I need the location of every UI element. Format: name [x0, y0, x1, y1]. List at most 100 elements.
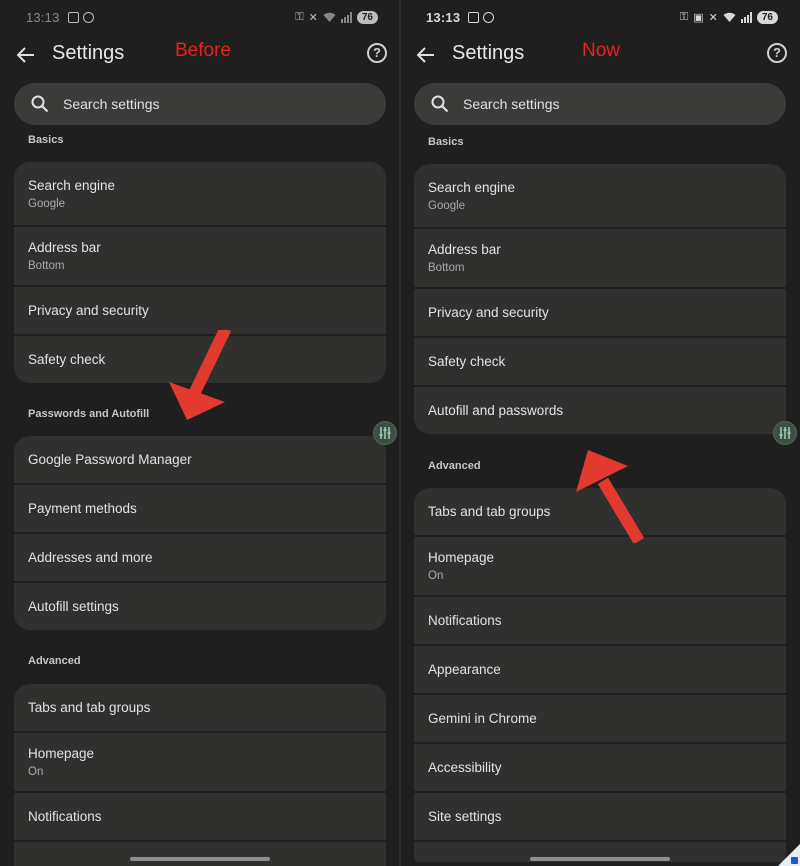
- search-input[interactable]: Search settings: [414, 83, 786, 125]
- wifi-icon: [723, 12, 736, 22]
- annotation-arrow-up: [576, 450, 645, 543]
- status-bar: 13:13 ⚿ ✕ 76: [26, 8, 378, 26]
- settings-item-site-settings[interactable]: Site settings: [414, 793, 786, 840]
- battery-badge: 76: [756, 10, 778, 24]
- item-label: Address bar: [28, 240, 101, 255]
- screenshot-icon: [468, 11, 480, 23]
- settings-item-privacy[interactable]: Privacy and security: [414, 289, 786, 336]
- item-sublabel: On: [28, 766, 44, 778]
- section-label-basics: Basics: [28, 134, 64, 146]
- status-time: 13:13: [426, 9, 461, 25]
- settings-item-homepage[interactable]: Homepage On: [14, 733, 386, 791]
- item-label: Safety check: [428, 354, 506, 369]
- settings-item-notifications[interactable]: Notifications: [14, 793, 386, 840]
- item-sublabel: Bottom: [28, 260, 65, 272]
- item-label: Notifications: [28, 809, 102, 824]
- settings-item-privacy[interactable]: Privacy and security: [14, 287, 386, 334]
- search-icon: [431, 95, 449, 113]
- wifi-icon: [323, 12, 336, 22]
- settings-item-addresses[interactable]: Addresses and more: [14, 534, 386, 581]
- settings-item-search-engine[interactable]: Search engine Google: [414, 164, 786, 227]
- basics-group: Search engine Google Address bar Bottom …: [414, 164, 786, 434]
- adjust-icon[interactable]: [773, 421, 797, 445]
- item-label: Google Password Manager: [28, 452, 192, 467]
- signal-icon: [740, 11, 752, 23]
- settings-item-homepage[interactable]: Homepage On: [414, 537, 786, 595]
- item-label: Gemini in Chrome: [428, 711, 537, 726]
- battery-badge: 76: [356, 10, 378, 24]
- section-label-advanced: Advanced: [28, 655, 81, 667]
- item-label: Search engine: [428, 179, 516, 195]
- settings-item-gemini[interactable]: Gemini in Chrome: [414, 695, 786, 742]
- status-time: 13:13: [26, 9, 60, 25]
- item-label: Privacy and security: [428, 305, 549, 320]
- download-icon: ▣: [693, 11, 704, 24]
- mute-icon: ✕: [308, 11, 318, 24]
- item-label: Homepage: [428, 550, 495, 565]
- item-label: Homepage: [28, 746, 95, 761]
- adjust-icon[interactable]: [373, 421, 397, 445]
- panel-divider: [399, 0, 401, 866]
- item-label: Accessibility: [428, 760, 502, 775]
- annotation-label: Now: [582, 40, 621, 61]
- search-placeholder: Search settings: [63, 96, 160, 112]
- settings-item-autofill[interactable]: Autofill settings: [14, 583, 386, 630]
- home-indicator: [130, 857, 270, 861]
- item-label: Appearance: [428, 662, 501, 677]
- help-icon[interactable]: ?: [767, 43, 787, 63]
- annotation-arrow-down: [169, 330, 232, 420]
- record-icon: [483, 11, 495, 23]
- item-sublabel: Google: [28, 197, 66, 210]
- settings-item-safety-check[interactable]: Safety check: [414, 338, 786, 385]
- mute-icon: ✕: [708, 11, 718, 24]
- corner-badge-icon: [791, 857, 798, 864]
- item-label: Autofill settings: [28, 599, 119, 614]
- home-indicator: [530, 857, 670, 861]
- settings-item-accessibility[interactable]: Accessibility: [414, 744, 786, 791]
- help-icon[interactable]: ?: [367, 43, 387, 63]
- annotation-label: Before: [175, 40, 231, 61]
- now-screenshot: 13:13 ⚿ ▣ ✕ 76 Settings Now ? Search set…: [400, 0, 800, 866]
- item-label: Addresses and more: [28, 550, 153, 565]
- settings-item-password-manager[interactable]: Google Password Manager: [14, 436, 386, 483]
- settings-item-appearance[interactable]: Appearance: [414, 646, 786, 693]
- settings-item-search-engine[interactable]: Search engine Google: [14, 162, 386, 225]
- advanced-group: Tabs and tab groups Homepage On Notifica…: [414, 488, 786, 862]
- key-icon: ⚿: [295, 10, 304, 23]
- search-input[interactable]: Search settings: [14, 83, 386, 125]
- item-label: Notifications: [428, 613, 502, 628]
- back-arrow-icon[interactable]: [414, 43, 438, 67]
- search-placeholder: Search settings: [463, 96, 560, 112]
- page-title: Settings: [452, 42, 525, 64]
- section-label-basics: Basics: [428, 136, 464, 148]
- item-sublabel: On: [428, 570, 444, 582]
- record-icon: [82, 11, 94, 23]
- settings-item-address-bar[interactable]: Address bar Bottom: [14, 227, 386, 285]
- page-title: Settings: [52, 42, 125, 64]
- item-sublabel: Bottom: [428, 262, 465, 274]
- settings-item-partial[interactable]: [14, 842, 386, 866]
- item-label: Tabs and tab groups: [28, 700, 151, 715]
- item-label: Payment methods: [28, 501, 137, 516]
- item-label: Privacy and security: [28, 303, 149, 318]
- settings-item-payment-methods[interactable]: Payment methods: [14, 485, 386, 532]
- passwords-group: Google Password Manager Payment methods …: [14, 436, 386, 630]
- item-label: Site settings: [428, 809, 502, 824]
- screenshot-icon: [67, 11, 79, 23]
- back-arrow-icon[interactable]: [14, 43, 38, 67]
- before-screenshot: 13:13 ⚿ ✕ 76 Settings Before ? Search se…: [0, 0, 400, 866]
- settings-item-tabs[interactable]: Tabs and tab groups: [14, 684, 386, 731]
- item-label: Address bar: [428, 242, 501, 257]
- section-label-passwords: Passwords and Autofill: [28, 408, 150, 420]
- key-icon: ⚿: [679, 10, 689, 23]
- item-label: Search engine: [28, 177, 116, 193]
- signal-icon: [340, 11, 352, 23]
- settings-item-autofill-passwords[interactable]: Autofill and passwords: [414, 387, 786, 434]
- settings-item-address-bar[interactable]: Address bar Bottom: [414, 229, 786, 287]
- item-sublabel: Google: [428, 199, 466, 212]
- advanced-group: Tabs and tab groups Homepage On Notifica…: [14, 684, 386, 866]
- item-label: Autofill and passwords: [428, 403, 564, 418]
- section-label-advanced: Advanced: [428, 460, 481, 472]
- status-bar: 13:13 ⚿ ▣ ✕ 76: [426, 8, 778, 26]
- settings-item-notifications[interactable]: Notifications: [414, 597, 786, 644]
